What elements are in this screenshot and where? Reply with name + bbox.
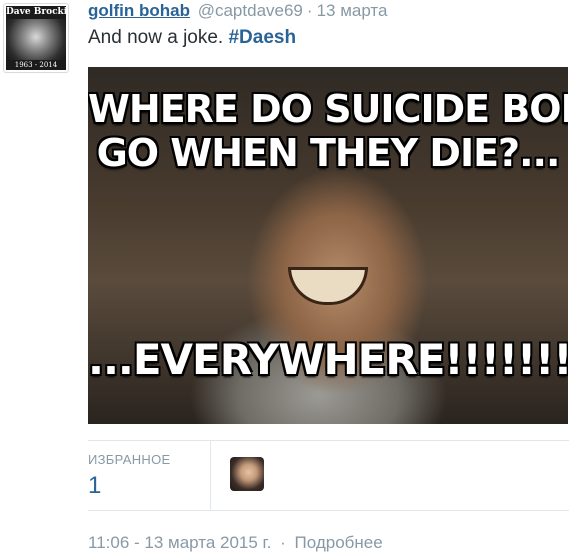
user-handle[interactable]: @captdave69	[198, 1, 303, 20]
avatar-top-text: Dave Brockie	[6, 6, 66, 19]
header-separator: ·	[306, 1, 313, 20]
user-name-link[interactable]: golfin bohab	[88, 1, 190, 20]
avatar-photo	[6, 19, 66, 64]
stats-divider-bottom	[88, 510, 569, 511]
details-link[interactable]: Подробнее	[295, 533, 383, 552]
user-avatar-icon[interactable]	[230, 457, 264, 491]
favorites-label: ИЗБРАННОЕ	[88, 452, 171, 467]
footer-separator: ·	[280, 533, 286, 552]
meme-caption-line1: WHERE DO SUICIDE BOMBERS	[88, 87, 568, 131]
tweet-text-body: And now a joke.	[88, 27, 224, 48]
tweet-footer: 11:06 - 13 марта 2015 г. · Подробнее	[88, 533, 383, 553]
tweet-media-image[interactable]: WHERE DO SUICIDE BOMBERS GO WHEN THEY DI…	[88, 67, 568, 424]
tweet-text: And now a joke. #Daesh	[88, 27, 296, 49]
hashtag-link[interactable]: #Daesh	[228, 27, 296, 48]
favorites-count[interactable]: 1	[88, 472, 101, 500]
tweet-header: golfin bohab @captdave69 · 13 марта	[88, 1, 387, 21]
stats-divider-top	[88, 440, 569, 441]
stats-vertical-divider	[210, 440, 211, 510]
meme-face-smile	[288, 267, 368, 305]
user-avatar[interactable]: Dave Brockie 1963 - 2014	[3, 3, 69, 73]
tweet-date[interactable]: 13 марта	[317, 1, 388, 20]
meme-caption-line3: ...EVERYWHERE!!!!!!!	[88, 335, 568, 384]
tweet-timestamp: 11:06 - 13 марта 2015 г.	[88, 533, 272, 552]
avatar-bottom-text: 1963 - 2014	[6, 60, 66, 70]
meme-caption-line2: GO WHEN THEY DIE?...	[96, 131, 561, 175]
